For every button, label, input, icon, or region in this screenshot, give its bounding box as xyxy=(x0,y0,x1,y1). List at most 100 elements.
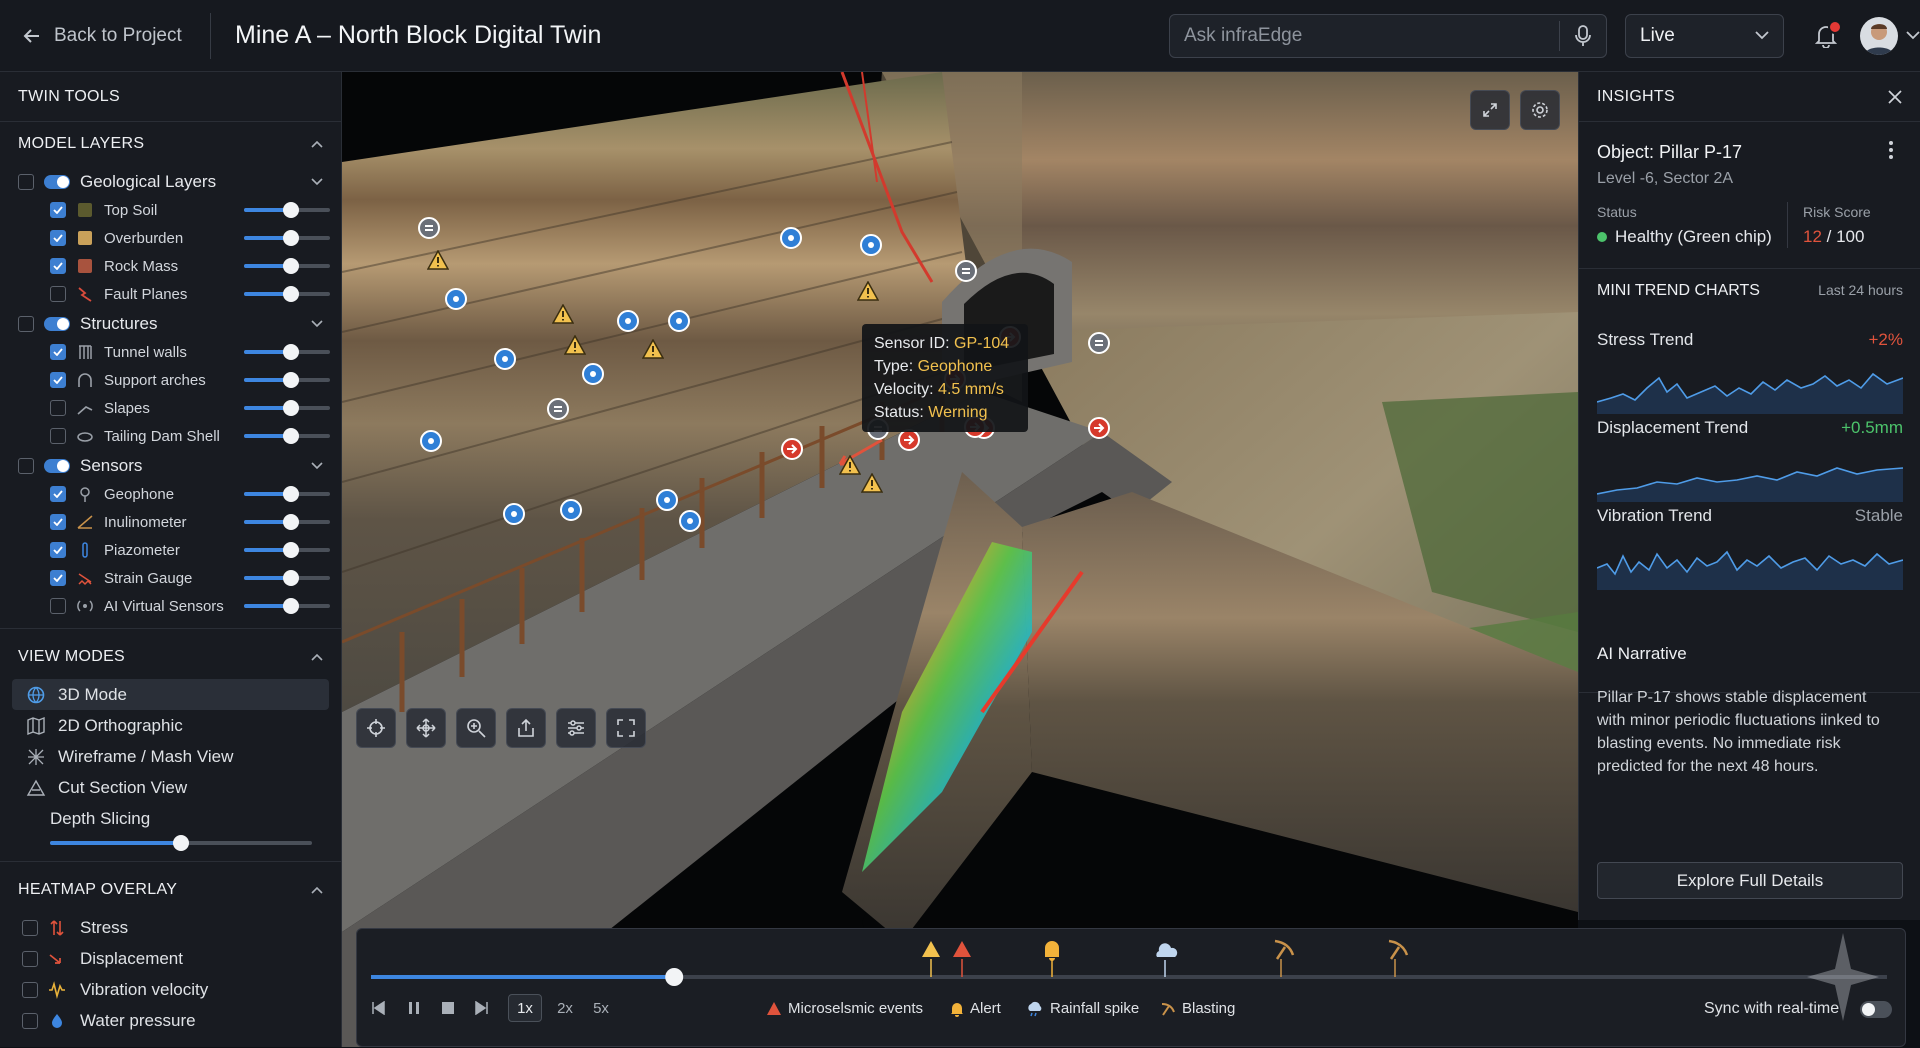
checkbox[interactable] xyxy=(18,174,34,190)
layer-group-row[interactable]: Sensors xyxy=(0,452,341,480)
warning-marker-icon[interactable] xyxy=(564,335,586,355)
layer-group-row[interactable]: Structures xyxy=(0,310,341,338)
checkbox[interactable] xyxy=(50,486,66,502)
geophone-marker-icon[interactable] xyxy=(582,363,604,385)
layer-opacity-slider[interactable] xyxy=(244,344,330,360)
slider-knob[interactable] xyxy=(283,428,300,444)
warning-marker-icon[interactable] xyxy=(642,339,664,359)
layer-item[interactable]: Overburden xyxy=(0,224,341,252)
checkbox[interactable] xyxy=(22,950,38,967)
heatmap-item[interactable]: Displacement xyxy=(0,943,341,974)
group-toggle[interactable] xyxy=(44,459,70,473)
chevron-down-icon[interactable] xyxy=(311,320,323,328)
layer-item[interactable]: Piazometer xyxy=(0,536,341,564)
warning-marker-icon[interactable] xyxy=(857,281,879,301)
checkbox[interactable] xyxy=(50,542,66,558)
geophone-marker-icon[interactable] xyxy=(617,310,639,332)
expand-view-button[interactable] xyxy=(1470,90,1510,130)
layer-item[interactable]: AI Virtual Sensors xyxy=(0,592,341,620)
checkbox[interactable] xyxy=(50,400,66,416)
model-layers-header[interactable]: MODEL LAYERS xyxy=(0,122,341,166)
geophone-marker-icon[interactable] xyxy=(679,510,701,532)
fullscreen-tool-button[interactable] xyxy=(606,708,646,748)
slider-knob[interactable] xyxy=(283,514,300,530)
checkbox[interactable] xyxy=(50,428,66,444)
group-toggle[interactable] xyxy=(44,317,70,331)
layer-item[interactable]: Rock Mass xyxy=(0,252,341,280)
layer-item[interactable]: Top Soil xyxy=(0,196,341,224)
geophone-marker-icon[interactable] xyxy=(445,288,467,310)
checkbox[interactable] xyxy=(50,514,66,530)
layer-opacity-slider[interactable] xyxy=(244,598,330,614)
geophone-marker-icon[interactable] xyxy=(494,348,516,370)
slider-knob[interactable] xyxy=(283,202,300,218)
heatmap-item[interactable]: Stress xyxy=(0,912,341,943)
stop-button[interactable] xyxy=(434,994,462,1022)
heatmap-item[interactable]: Vibration velocity xyxy=(0,974,341,1005)
layer-item[interactable]: Tunnel walls xyxy=(0,338,341,366)
account-chevron-down-icon[interactable] xyxy=(1906,31,1920,40)
view-mode-item[interactable]: 3D Mode xyxy=(12,679,329,710)
layer-opacity-slider[interactable] xyxy=(244,428,330,444)
checkbox[interactable] xyxy=(50,286,66,302)
speed-option[interactable]: 1x xyxy=(508,994,542,1022)
explore-full-details-button[interactable]: Explore Full Details xyxy=(1597,862,1903,899)
layer-opacity-slider[interactable] xyxy=(244,570,330,586)
checkbox[interactable] xyxy=(18,458,34,474)
close-icon[interactable] xyxy=(1888,89,1902,104)
geophone-marker-icon[interactable] xyxy=(860,234,882,256)
avatar[interactable] xyxy=(1860,16,1898,55)
checkbox[interactable] xyxy=(50,344,66,360)
mine-3d-scene[interactable] xyxy=(342,72,1578,1047)
layer-opacity-slider[interactable] xyxy=(244,258,330,274)
geophone-marker-icon[interactable] xyxy=(503,503,525,525)
view-mode-item[interactable]: Wireframe / Mash View xyxy=(12,741,329,772)
checkbox[interactable] xyxy=(50,598,66,614)
view-modes-header[interactable]: VIEW MODES xyxy=(0,635,341,679)
locate-tool-button[interactable] xyxy=(356,708,396,748)
layer-group-row[interactable]: Geological Layers xyxy=(0,168,341,196)
warning-marker-icon[interactable] xyxy=(861,473,883,493)
layer-opacity-slider[interactable] xyxy=(244,286,330,302)
chevron-down-icon[interactable] xyxy=(311,178,323,186)
view-mode-item[interactable]: Cut Section View xyxy=(12,772,329,803)
geophone-marker-icon[interactable] xyxy=(668,310,690,332)
warning-marker-icon[interactable] xyxy=(552,304,574,324)
slider-knob[interactable] xyxy=(283,542,300,558)
layer-opacity-slider[interactable] xyxy=(244,230,330,246)
warning-marker-icon[interactable] xyxy=(427,250,449,270)
sensor-offline-marker-icon[interactable] xyxy=(955,260,977,282)
3d-viewport[interactable]: Sensor ID: GP-104 Type: Geophone Velocit… xyxy=(342,72,1578,1047)
checkbox[interactable] xyxy=(22,1012,38,1029)
slider-knob[interactable] xyxy=(173,835,189,851)
depth-slicing-slider[interactable] xyxy=(50,835,312,851)
zoom-tool-button[interactable] xyxy=(456,708,496,748)
layer-opacity-slider[interactable] xyxy=(244,542,330,558)
skip-forward-button[interactable] xyxy=(468,994,496,1022)
sensor-offline-marker-icon[interactable] xyxy=(418,217,440,239)
sensor-offline-marker-icon[interactable] xyxy=(547,398,569,420)
geophone-marker-icon[interactable] xyxy=(560,499,582,521)
slider-knob[interactable] xyxy=(283,258,300,274)
view-settings-button[interactable] xyxy=(1520,90,1560,130)
checkbox[interactable] xyxy=(22,919,38,936)
slider-knob[interactable] xyxy=(283,570,300,586)
checkbox[interactable] xyxy=(22,981,38,998)
layer-item[interactable]: Fault Planes xyxy=(0,280,341,308)
sensor-offline-marker-icon[interactable] xyxy=(1088,332,1110,354)
group-toggle[interactable] xyxy=(44,175,70,189)
speed-option[interactable]: 2x xyxy=(548,994,582,1022)
pause-button[interactable] xyxy=(400,994,428,1022)
selected-sensor-marker-icon[interactable] xyxy=(1088,417,1110,439)
export-tool-button[interactable] xyxy=(506,708,546,748)
microphone-icon[interactable] xyxy=(1574,24,1592,48)
geophone-marker-icon[interactable] xyxy=(420,430,442,452)
notifications-button[interactable] xyxy=(1806,16,1846,56)
checkbox[interactable] xyxy=(50,570,66,586)
layer-item[interactable]: Inulinometer xyxy=(0,508,341,536)
geophone-marker-icon[interactable] xyxy=(656,489,678,511)
layer-item[interactable]: Strain Gauge xyxy=(0,564,341,592)
layer-item[interactable]: Slapes xyxy=(0,394,341,422)
slider-knob[interactable] xyxy=(283,372,300,388)
back-to-project-link[interactable]: Back to Project xyxy=(0,0,210,72)
